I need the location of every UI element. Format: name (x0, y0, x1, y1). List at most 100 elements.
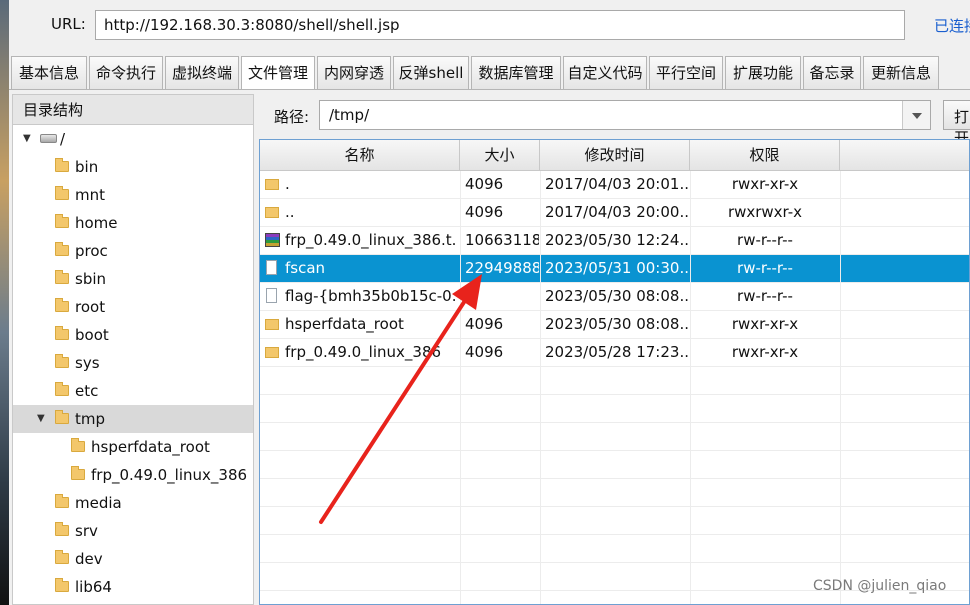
folder-icon (55, 410, 69, 424)
file-table: 名称 大小 修改时间 权限 . 4096 2017/04/03 20:01... rwxr-… (259, 139, 970, 605)
tree-node[interactable]: ▼ tmp (13, 405, 253, 433)
cell-mtime: 2023/05/30 08:08... (545, 315, 689, 333)
cell-name: frp_0.49.0_linux_386.t... (285, 231, 457, 249)
directory-tree: 目录结构 ▼ / bin mnt home proc sbin root boot sys etc ▼… (12, 94, 254, 605)
file-table-header: 名称 大小 修改时间 权限 (260, 140, 969, 171)
tree-node[interactable]: proc (13, 237, 253, 265)
cell-perm: rw-r--r-- (737, 259, 793, 277)
cell-mtime: 2023/05/30 08:08... (545, 287, 689, 305)
empty-row (260, 451, 969, 479)
tab-5[interactable]: 反弹shell (393, 56, 469, 90)
cell-size: 4096 (465, 203, 504, 221)
folder-icon (265, 319, 279, 330)
cell-perm: rwxr-xr-x (731, 315, 799, 333)
table-row[interactable]: frp_0.49.0_linux_386 4096 2023/05/28 17:23… (260, 339, 969, 367)
file-icon (266, 260, 277, 275)
cell-size: 10663118 (465, 231, 539, 249)
tree-node[interactable]: srv (13, 517, 253, 545)
tab-1[interactable]: 命令执行 (89, 56, 163, 90)
tree-node[interactable]: boot (13, 321, 253, 349)
path-value: /tmp/ (329, 106, 370, 124)
folder-icon (55, 186, 69, 200)
archive-icon (265, 233, 280, 247)
url-label: URL: (51, 15, 86, 33)
folder-icon (55, 354, 69, 368)
tree-node-label: hsperfdata_root (91, 438, 210, 456)
url-input[interactable]: http://192.168.30.3:8080/shell/shell.jsp (95, 10, 905, 40)
connection-status: 已连接 (934, 17, 970, 35)
tab-11[interactable]: 更新信息 (863, 56, 939, 90)
expand-caret-icon[interactable]: ▼ (23, 125, 31, 153)
function-tabs: 基本信息 命令执行 虚拟终端 文件管理 内网穿透 反弹shell 数据库管理 自定义代码 平行空… (9, 56, 970, 90)
tree-node[interactable]: sys (13, 349, 253, 377)
drive-icon (40, 134, 57, 143)
tree-node[interactable]: mnt (13, 181, 253, 209)
tree-node-label: bin (75, 158, 99, 176)
folder-icon (55, 382, 69, 396)
tree-node[interactable]: lib64 (13, 573, 253, 601)
expand-caret-icon[interactable]: ▼ (37, 405, 45, 433)
folder-icon (55, 550, 69, 564)
tree-node-label: / (60, 130, 66, 148)
tab-2[interactable]: 虚拟终端 (165, 56, 239, 90)
tab-6[interactable]: 数据库管理 (471, 56, 561, 90)
table-row[interactable]: hsperfdata_root 4096 2023/05/30 08:08... rw… (260, 311, 969, 339)
column-header[interactable]: 大小 (460, 140, 540, 171)
tab-4[interactable]: 内网穿透 (317, 56, 391, 90)
tree-node-label: boot (75, 326, 109, 344)
folder-icon (71, 466, 85, 480)
tree-node[interactable]: dev (13, 545, 253, 573)
tree-node[interactable]: media (13, 489, 253, 517)
tab-8[interactable]: 平行空间 (649, 56, 723, 90)
tab-10[interactable]: 备忘录 (803, 56, 861, 90)
tab-divider (9, 89, 970, 90)
tree-node[interactable]: home (13, 209, 253, 237)
cell-name: frp_0.49.0_linux_386 (285, 343, 442, 361)
cell-perm: rw-r--r-- (737, 287, 793, 305)
open-button[interactable]: 打开 (943, 100, 970, 147)
cell-mtime: 2023/05/30 12:24... (545, 231, 689, 249)
cell-size (465, 283, 539, 311)
tree-node[interactable]: ▼ / (13, 125, 253, 153)
column-header[interactable]: 名称 (260, 140, 460, 171)
tree-node-label: frp_0.49.0_linux_386 (91, 466, 248, 484)
app-window: URL: http://192.168.30.3:8080/shell/shel… (0, 0, 970, 605)
tree-node-label: home (75, 214, 118, 232)
tree-node[interactable]: bin (13, 153, 253, 181)
tab-0[interactable]: 基本信息 (11, 56, 87, 90)
folder-icon (55, 298, 69, 312)
tree-node[interactable]: sbin (13, 265, 253, 293)
folder-icon (265, 347, 279, 358)
table-row[interactable]: . 4096 2017/04/03 20:01... rwxr-xr-x (260, 171, 969, 199)
tree-node[interactable]: etc (13, 377, 253, 405)
tab-7[interactable]: 自定义代码 (563, 56, 647, 90)
cell-size: 4096 (465, 175, 504, 193)
table-row[interactable]: frp_0.49.0_linux_386.t... 10663118 2023/05… (260, 227, 969, 255)
folder-icon (265, 207, 279, 218)
url-bar: URL: http://192.168.30.3:8080/shell/shel… (9, 0, 970, 52)
tree-node-label: sys (75, 354, 100, 372)
tree-title: 目录结构 (13, 95, 253, 125)
column-header[interactable]: 修改时间 (540, 140, 690, 171)
cell-size: 4096 (465, 315, 504, 333)
table-row[interactable]: .. 4096 2017/04/03 20:00... rwxrwxr-x (260, 199, 969, 227)
cell-mtime: 2017/04/03 20:01... (545, 175, 689, 193)
tree-node-label: lib64 (75, 578, 112, 596)
tree-node[interactable]: frp_0.49.0_linux_386 (13, 461, 253, 489)
cell-perm: rwxrwxr-x (727, 203, 803, 221)
tree-node[interactable]: root (13, 293, 253, 321)
column-header[interactable]: 权限 (690, 140, 840, 171)
tree-node[interactable]: hsperfdata_root (13, 433, 253, 461)
folder-icon (55, 578, 69, 592)
empty-row (260, 423, 969, 451)
folder-icon (55, 158, 69, 172)
folder-icon (55, 242, 69, 256)
chevron-down-icon[interactable] (902, 101, 930, 129)
cell-perm: rwxr-xr-x (731, 175, 799, 193)
table-row[interactable]: fscan 22949888 2023/05/31 00:30... rw-r--r-… (260, 255, 969, 283)
tab-9[interactable]: 扩展功能 (725, 56, 801, 90)
tab-3[interactable]: 文件管理 (241, 56, 315, 90)
table-row[interactable]: flag-{bmh35b0b15c-0... 2023/05/30 08:08..… (260, 283, 969, 311)
cell-name: flag-{bmh35b0b15c-0... (285, 287, 457, 305)
path-combobox[interactable]: /tmp/ (319, 100, 931, 130)
